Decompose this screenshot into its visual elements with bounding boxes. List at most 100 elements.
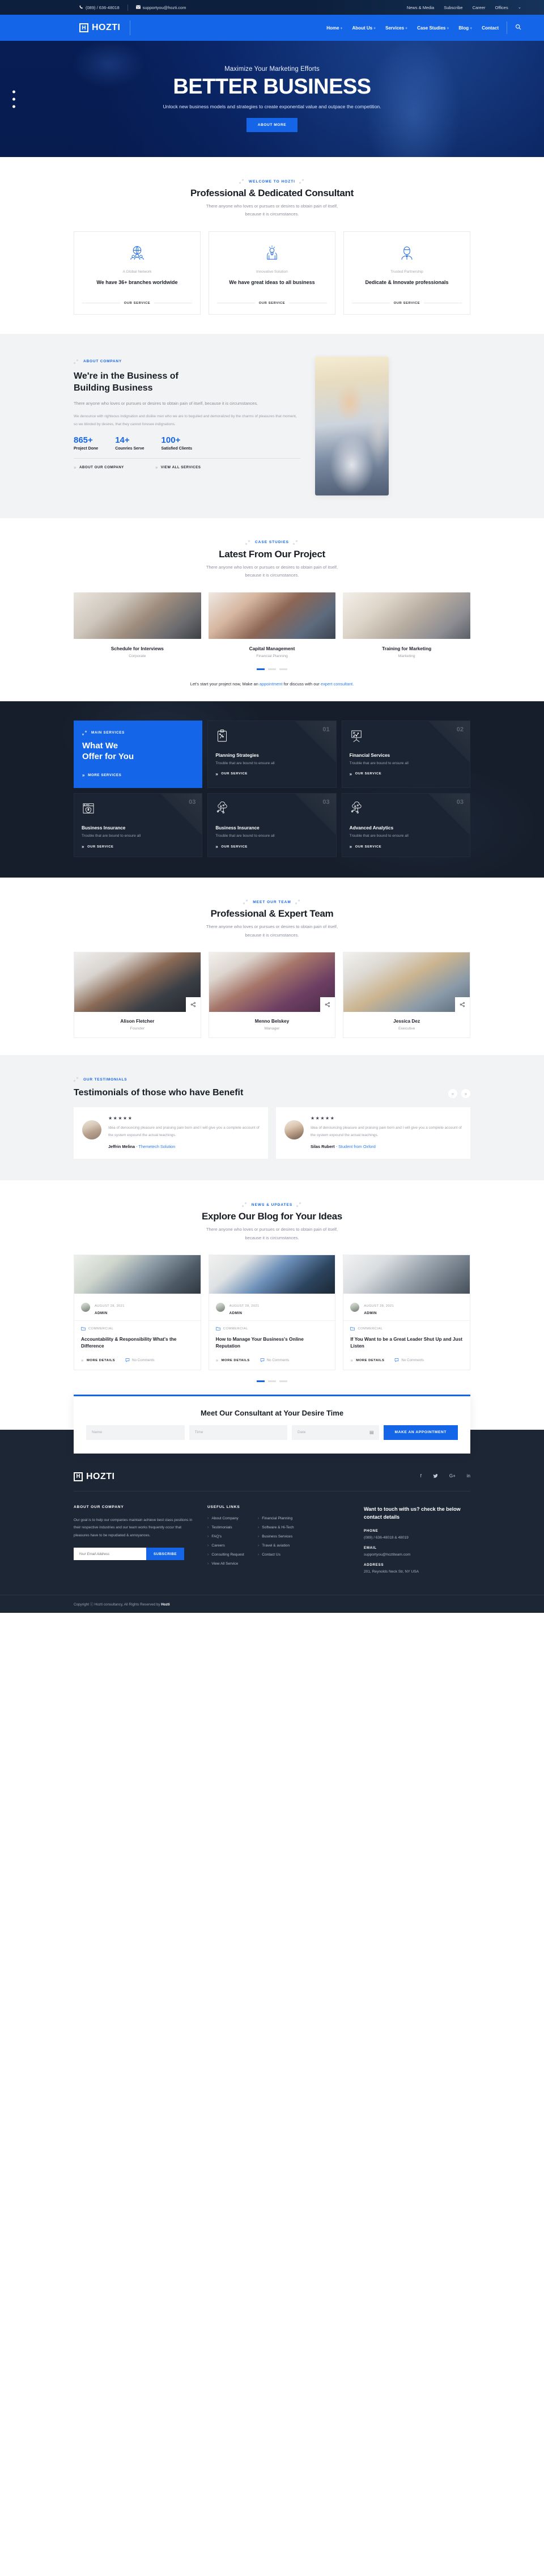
case-carousel-dots[interactable] [74, 668, 470, 670]
footer-email-value[interactable]: supportyou@hoztiteam.com [364, 1553, 470, 1557]
blog-category[interactable]: COMMERCIAL [81, 1327, 194, 1332]
blog-post-title[interactable]: Accountability & Responsibility What's t… [81, 1336, 194, 1350]
footer-link-faqs[interactable]: › FAQ's [207, 1535, 244, 1539]
nav-item-contact[interactable]: Contact [482, 26, 499, 31]
about-our-company-link[interactable]: » ABOUT OUR COMPANY [74, 465, 124, 470]
topbar-link-news[interactable]: News & Media [407, 5, 434, 10]
calendar-icon[interactable]: ▤ [369, 1430, 374, 1435]
service-card-business-insurance-1[interactable]: 03 Business Insurance Trouble that are b… [74, 793, 203, 858]
nav-item-services[interactable]: Services + [385, 26, 407, 31]
service-link[interactable]: » OUR SERVICE [215, 772, 328, 777]
team-card-jessica-dez[interactable]: Jessica Dez Executive [343, 952, 471, 1039]
hero-social-dots[interactable] [12, 90, 15, 108]
appointment-link[interactable]: appointment [260, 681, 283, 687]
facebook-icon[interactable]: f [420, 1473, 422, 1480]
about-more-button[interactable]: ABOUT MORE [246, 117, 298, 132]
carousel-dot-1[interactable] [257, 668, 265, 670]
linkedin-icon[interactable]: in [467, 1473, 470, 1480]
blog-image [343, 1255, 470, 1294]
name-input[interactable] [86, 1425, 185, 1440]
footer-link-travel-aviation[interactable]: › Travel & aviation [258, 1544, 294, 1548]
more-services-link[interactable]: » MORE SERVICES [82, 773, 194, 778]
feature-card-trusted-partnership[interactable]: Trusted Partnership Dedicate & Innovate … [343, 231, 470, 315]
topbar-link-subscribe[interactable]: Subscribe [444, 5, 462, 10]
footer-link-contact-us[interactable]: › Contact Us [258, 1553, 294, 1557]
next-arrow-icon[interactable]: » [461, 1089, 470, 1099]
blog-post-title[interactable]: If You Want to be a Great Leader Shut Up… [350, 1336, 463, 1350]
topbar-link-career[interactable]: Career [473, 5, 486, 10]
chevron-down-icon[interactable]: ⌄ [518, 5, 521, 10]
blog-carousel-dots[interactable] [74, 1380, 470, 1382]
case-card-training-marketing[interactable]: Training for Marketing Marketing [343, 592, 471, 658]
service-desc: Trouble that are bound to ensure all [215, 761, 275, 765]
prev-arrow-icon[interactable]: « [448, 1089, 457, 1099]
footer-link-business-services[interactable]: › Business Services [258, 1535, 294, 1539]
carousel-dot-2[interactable] [268, 668, 276, 670]
brand-logo[interactable]: H HOZTI [79, 23, 121, 33]
case-card-capital-management[interactable]: Capital Management Financial Planning [208, 592, 336, 658]
make-appointment-button[interactable]: MAKE AN APPOINTMENT [383, 1425, 458, 1440]
blog-category[interactable]: COMMERCIAL [350, 1327, 463, 1332]
feature-cta-label[interactable]: OUR SERVICE [394, 302, 420, 305]
twitter-icon[interactable] [433, 1473, 438, 1480]
footer-phone-value[interactable]: (089) / 636-48018 & 48019 [364, 1536, 470, 1540]
blog-card-great-leader[interactable]: AUGUST 28, 2021 ADMIN COMMERCIAL If You … [343, 1254, 471, 1370]
topbar-email[interactable]: supportyou@hozti.com [135, 5, 186, 10]
date-input[interactable] [292, 1425, 379, 1440]
topbar-phone[interactable]: (089) / 636-48018 [79, 5, 120, 10]
service-card-financial-services[interactable]: 02 Financial Services Trouble that are b… [341, 720, 470, 789]
share-icon[interactable] [320, 997, 335, 1012]
view-all-services-link[interactable]: » VIEW ALL SERVICES [155, 465, 201, 470]
footer-brand[interactable]: H HOZTI [74, 1472, 115, 1482]
service-link[interactable]: » OUR SERVICE [82, 844, 194, 849]
feature-card-innovative-solution[interactable]: Innovative Solution We have great ideas … [209, 231, 335, 315]
newsletter-email-input[interactable] [74, 1548, 147, 1561]
feature-cta-label[interactable]: OUR SERVICE [124, 302, 150, 305]
service-card-business-insurance-2[interactable]: 03 Business Insurance Trouble that are b… [207, 793, 337, 858]
google-plus-icon[interactable]: G+ [449, 1473, 456, 1480]
more-details-link[interactable]: » MORE DETAILS [216, 1358, 250, 1363]
footer-link-testimonials[interactable]: › Testimonials [207, 1526, 244, 1530]
expert-consultant-link[interactable]: expert consultant. [321, 681, 354, 687]
more-details-link[interactable]: » MORE DETAILS [350, 1358, 384, 1363]
service-link[interactable]: » OUR SERVICE [350, 844, 462, 849]
carousel-dot-3[interactable] [279, 1380, 287, 1382]
share-icon[interactable] [455, 997, 470, 1012]
footer-link-financial-planning[interactable]: › Financial Planning [258, 1516, 294, 1520]
double-chevron-icon: » [81, 1358, 84, 1363]
blog-post-title[interactable]: How to Manage Your Business's Online Rep… [216, 1336, 329, 1350]
team-card-alison-fletcher[interactable]: Alison Fletcher Founder [74, 952, 201, 1039]
service-card-planning-strategies[interactable]: 01 ↑ Planning Strategies Trouble that ar… [207, 720, 337, 789]
subscribe-button[interactable]: SUBSCRIBE [146, 1548, 184, 1561]
search-icon[interactable] [515, 24, 521, 32]
feature-cta-label[interactable]: OUR SERVICE [259, 302, 285, 305]
service-link[interactable]: » OUR SERVICE [350, 772, 462, 777]
service-card-advanced-analytics[interactable]: 03 Advanced Analytics Trouble that are b… [341, 793, 470, 858]
team-card-menno-belskey[interactable]: Menno Belskey Manager [208, 952, 336, 1039]
hero-dot-3[interactable] [12, 105, 15, 108]
more-details-link[interactable]: » MORE DETAILS [81, 1358, 115, 1363]
service-link[interactable]: » OUR SERVICE [215, 844, 328, 849]
topbar-link-offices[interactable]: Offices [495, 5, 508, 10]
blog-category[interactable]: COMMERCIAL [215, 1327, 329, 1332]
carousel-dot-3[interactable] [279, 668, 287, 670]
nav-item-blog[interactable]: Blog + [458, 26, 472, 31]
hero-dot-1[interactable] [12, 90, 15, 93]
nav-item-home[interactable]: Home + [326, 26, 342, 31]
feature-card-global-network[interactable]: A Global Network We have 36+ branches wo… [74, 231, 201, 315]
case-card-interviews[interactable]: Schedule for Interviews Corporate [74, 592, 201, 658]
carousel-dot-1[interactable] [257, 1380, 265, 1382]
nav-item-about-us[interactable]: About Us + [352, 26, 376, 31]
footer-link-about-company[interactable]: › About Company [207, 1516, 244, 1520]
footer-link-careers[interactable]: › Careers [207, 1544, 244, 1548]
share-icon[interactable] [185, 997, 201, 1012]
footer-link-software-hitech[interactable]: › Software & Hi-Tech [258, 1526, 294, 1530]
footer-link-view-all-service[interactable]: › View All Service [207, 1562, 244, 1566]
nav-item-case-studies[interactable]: Case Studies + [417, 26, 449, 31]
time-input[interactable] [189, 1425, 287, 1440]
blog-card-online-reputation[interactable]: AUGUST 28, 2021 ADMIN COMMERCIAL How to … [208, 1254, 336, 1370]
blog-card-accountability[interactable]: AUGUST 28, 2021 ADMIN COMMERCIAL Account… [74, 1254, 201, 1370]
footer-link-consulting-request[interactable]: › Consulting Request [207, 1553, 244, 1557]
carousel-dot-2[interactable] [268, 1380, 276, 1382]
hero-dot-2[interactable] [12, 98, 15, 100]
